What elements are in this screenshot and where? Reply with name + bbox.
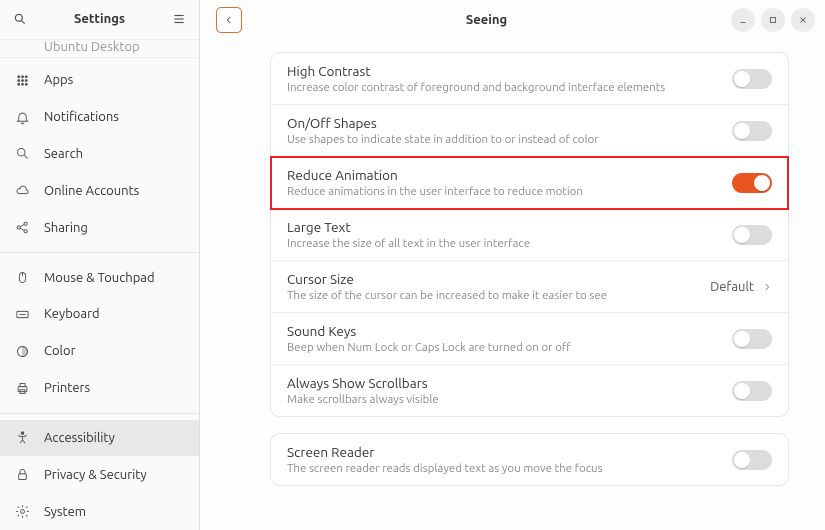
high-contrast-toggle[interactable] (732, 69, 772, 89)
row-reduce-animation: Reduce Animation Reduce animations in th… (271, 157, 788, 209)
row-desc: Reduce animations in the user interface … (287, 185, 732, 198)
sidebar-item-apps[interactable]: Apps (0, 62, 199, 99)
onoff-shapes-toggle[interactable] (732, 121, 772, 141)
sidebar-item-label: Apps (44, 73, 73, 87)
topbar: Seeing (200, 0, 825, 40)
row-title: Always Show Scrollbars (287, 375, 732, 391)
sidebar-item-privacy[interactable]: Privacy & Security (0, 456, 199, 493)
sidebar-item-label: Ubuntu Desktop (44, 40, 140, 54)
sidebar-item-sharing[interactable]: Sharing (0, 209, 199, 246)
row-screen-reader: Screen Reader The screen reader reads di… (271, 434, 788, 485)
sound-keys-toggle[interactable] (732, 329, 772, 349)
divider (0, 413, 199, 414)
row-desc: Use shapes to indicate state in addition… (287, 133, 732, 146)
chevron-right-icon (762, 278, 772, 296)
row-desc: The screen reader reads displayed text a… (287, 462, 732, 475)
sidebar-title: Settings (30, 12, 169, 26)
always-scrollbars-toggle[interactable] (732, 381, 772, 401)
minimize-button[interactable] (731, 8, 755, 32)
sidebar-item-label: Search (44, 147, 83, 161)
row-title: Reduce Animation (287, 167, 732, 183)
row-title: High Contrast (287, 63, 732, 79)
main-panel: Seeing High Contrast Increase color cont… (200, 0, 825, 530)
back-button[interactable] (216, 7, 242, 33)
row-desc: Make scrollbars always visible (287, 393, 732, 406)
sidebar-item-label: Keyboard (44, 307, 100, 321)
sidebar-item-online-accounts[interactable]: Online Accounts (0, 172, 199, 209)
divider (0, 252, 199, 253)
grid-icon (14, 73, 30, 88)
gear-icon (14, 504, 30, 519)
sidebar-item-color[interactable]: Color (0, 333, 199, 370)
row-cursor-size[interactable]: Cursor Size The size of the cursor can b… (271, 261, 788, 313)
lock-icon (14, 467, 30, 482)
search-icon[interactable] (10, 9, 30, 29)
row-title: Sound Keys (287, 323, 732, 339)
maximize-button[interactable] (761, 8, 785, 32)
sidebar-item-label: Notifications (44, 110, 119, 124)
sidebar-item-keyboard[interactable]: Keyboard (0, 296, 199, 333)
cloud-icon (14, 183, 30, 198)
sidebar-item-label: Color (44, 344, 76, 358)
row-title: Screen Reader (287, 444, 732, 460)
sidebar-item-label: Printers (44, 381, 90, 395)
row-title: Large Text (287, 219, 732, 235)
printer-icon (14, 381, 30, 396)
row-title: Cursor Size (287, 271, 710, 287)
reduce-animation-toggle[interactable] (732, 173, 772, 193)
hamburger-icon[interactable] (169, 9, 189, 29)
bell-icon (14, 110, 30, 125)
keyboard-icon (14, 307, 30, 322)
row-desc: The size of the cursor can be increased … (287, 289, 710, 302)
sidebar-item-printers[interactable]: Printers (0, 370, 199, 407)
close-button[interactable] (791, 8, 815, 32)
large-text-toggle[interactable] (732, 225, 772, 245)
sidebar-item-search[interactable]: Search (0, 136, 199, 173)
sidebar-item-notifications[interactable]: Notifications (0, 99, 199, 136)
row-sound-keys: Sound Keys Beep when Num Lock or Caps Lo… (271, 313, 788, 365)
row-onoff-shapes: On/Off Shapes Use shapes to indicate sta… (271, 105, 788, 157)
row-desc: Increase color contrast of foreground an… (287, 81, 732, 94)
content-area: High Contrast Increase color contrast of… (200, 40, 825, 530)
row-high-contrast: High Contrast Increase color contrast of… (271, 53, 788, 105)
page-title: Seeing (242, 13, 731, 27)
color-icon (14, 344, 30, 359)
row-large-text: Large Text Increase the size of all text… (271, 209, 788, 261)
sidebar-item-label: System (44, 505, 86, 519)
sidebar-item-label: Accessibility (44, 431, 115, 445)
mouse-icon (14, 270, 30, 285)
row-desc: Beep when Num Lock or Caps Lock are turn… (287, 341, 732, 354)
cursor-size-value: Default (710, 280, 754, 294)
sidebar-item-label: Sharing (44, 221, 88, 235)
sidebar-item-label: Mouse & Touchpad (44, 271, 155, 285)
sidebar-item-mouse[interactable]: Mouse & Touchpad (0, 259, 199, 296)
row-title: On/Off Shapes (287, 115, 732, 131)
row-desc: Increase the size of all text in the use… (287, 237, 732, 250)
screen-reader-toggle[interactable] (732, 450, 772, 470)
seeing-card: High Contrast Increase color contrast of… (270, 52, 789, 417)
sidebar-header: Settings (0, 0, 199, 40)
sidebar-item-label: Online Accounts (44, 184, 139, 198)
sidebar-item-accessibility[interactable]: Accessibility (0, 420, 199, 457)
share-icon (14, 220, 30, 235)
sidebar: Settings Ubuntu Desktop Apps Notificatio… (0, 0, 200, 530)
sidebar-item-label: Privacy & Security (44, 468, 147, 482)
row-always-scrollbars: Always Show Scrollbars Make scrollbars a… (271, 365, 788, 416)
accessibility-icon (14, 430, 30, 445)
sidebar-item-prev[interactable]: Ubuntu Desktop (0, 40, 199, 58)
sidebar-item-system[interactable]: System (0, 493, 199, 530)
reader-card: Screen Reader The screen reader reads di… (270, 433, 789, 486)
search-icon (14, 146, 30, 161)
